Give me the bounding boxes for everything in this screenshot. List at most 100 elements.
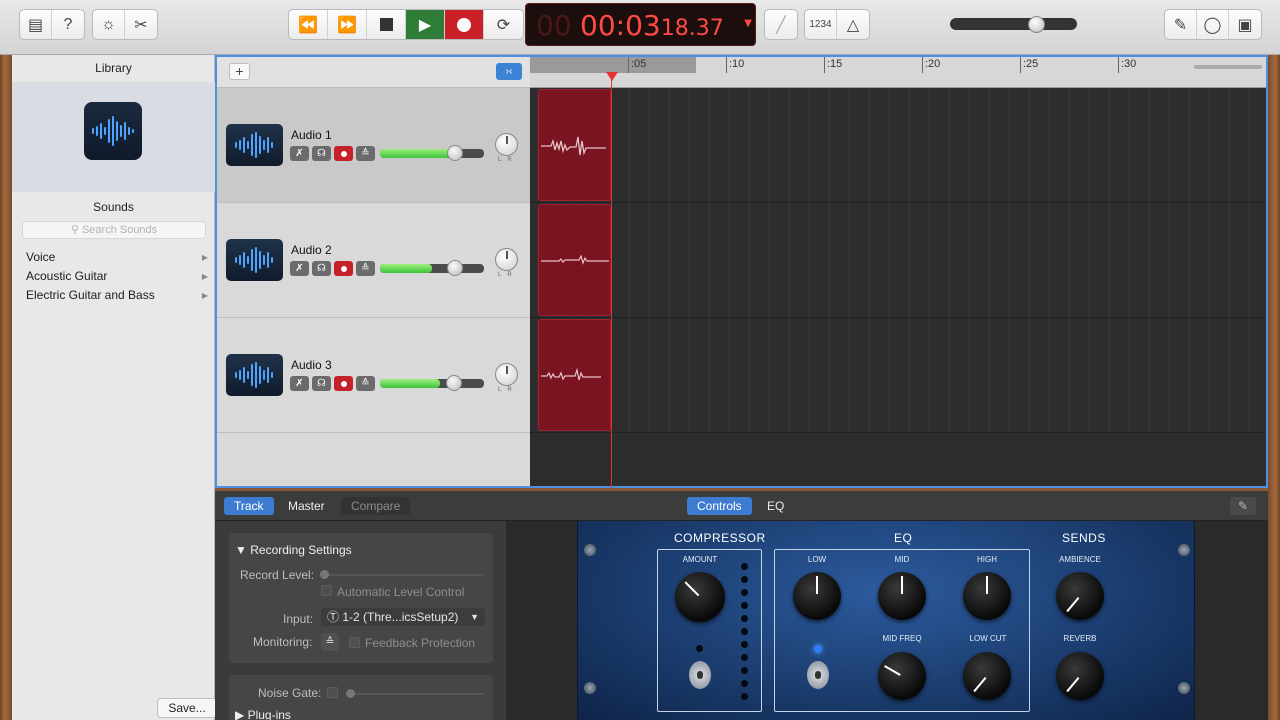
- input-monitor-icon[interactable]: ≙: [356, 261, 375, 276]
- audio-region[interactable]: [538, 89, 611, 201]
- library-icon[interactable]: ▤: [20, 10, 52, 39]
- record-enable-button[interactable]: [334, 261, 353, 276]
- input-monitor-icon[interactable]: ≙: [356, 376, 375, 391]
- waveform-icon: [226, 354, 283, 396]
- noise-gate-knob[interactable]: [346, 689, 355, 698]
- mute-icon[interactable]: ✗: [290, 261, 309, 276]
- track-header-audio-3[interactable]: Audio 3 ✗ ☊ ≙ LR: [217, 318, 530, 433]
- mute-icon[interactable]: ✗: [290, 376, 309, 391]
- master-volume-slider[interactable]: [950, 18, 1077, 30]
- rewind-icon[interactable]: ⏪: [289, 10, 328, 39]
- tab-controls[interactable]: Controls: [687, 497, 752, 515]
- headphones-icon[interactable]: ☊: [312, 146, 331, 161]
- plugins-title[interactable]: ▶ Plug-ins: [235, 708, 291, 720]
- headphones-icon[interactable]: ☊: [312, 261, 331, 276]
- count-in-button[interactable]: 1234: [805, 10, 837, 39]
- pan-knob[interactable]: [495, 248, 518, 271]
- record-level-knob[interactable]: [320, 570, 329, 579]
- ambience-knob[interactable]: [1056, 572, 1104, 620]
- waveform-icon: [541, 136, 606, 156]
- auto-level-checkbox[interactable]: [321, 585, 332, 596]
- zoom-slider[interactable]: [1194, 65, 1262, 69]
- track-volume-slider[interactable]: [380, 260, 484, 276]
- low-label: LOW: [807, 555, 827, 564]
- audio-region[interactable]: [538, 319, 611, 431]
- track-header-audio-1[interactable]: Audio 1 ✗ ☊ ≙ LR: [217, 88, 530, 203]
- tuner-icon[interactable]: ╱: [765, 10, 797, 39]
- master-volume-knob[interactable]: [1028, 16, 1045, 33]
- media-browser-icon[interactable]: ▣: [1229, 10, 1261, 39]
- eq-mid-knob[interactable]: [878, 572, 926, 620]
- monitoring-icon[interactable]: ≙: [321, 633, 339, 651]
- chevron-down-icon[interactable]: ▼: [744, 18, 752, 29]
- eq-low-cut-knob[interactable]: [963, 652, 1011, 700]
- high-label: HIGH: [977, 555, 997, 564]
- track-lane[interactable]: [530, 318, 1266, 433]
- noise-gate-slider[interactable]: [347, 693, 483, 695]
- headphones-icon[interactable]: ☊: [312, 376, 331, 391]
- toolbar: ▤ ? ☼ ✂ ⏪ ⏩ ▶ ⟳ 00 00:0318.37 ▼ ╱ 1234 △…: [0, 0, 1280, 55]
- track-lane[interactable]: [530, 203, 1266, 318]
- track-volume-slider[interactable]: [380, 375, 484, 391]
- volume-knob[interactable]: [447, 145, 463, 161]
- playhead-line[interactable]: [611, 74, 612, 488]
- fast-forward-icon[interactable]: ⏩: [328, 10, 367, 39]
- feedback-protection-checkbox[interactable]: [349, 637, 360, 648]
- reverb-knob[interactable]: [1056, 652, 1104, 700]
- track-volume-slider[interactable]: [380, 145, 484, 161]
- compare-button[interactable]: Compare: [341, 497, 411, 515]
- record-button[interactable]: [445, 10, 484, 39]
- noise-gate-checkbox[interactable]: [327, 687, 338, 698]
- input-select[interactable]: Ⓣ 1-2 (Thre...icsSetup2) ▼: [321, 608, 485, 626]
- eq-mid-freq-knob[interactable]: [878, 652, 926, 700]
- record-enable-button[interactable]: [334, 146, 353, 161]
- timeline[interactable]: :05 :10 :15 :20 :25 :30: [530, 57, 1266, 488]
- play-button[interactable]: ▶: [406, 10, 445, 39]
- stop-button[interactable]: [367, 10, 406, 39]
- wood-edge-left: [0, 55, 12, 720]
- record-enable-button[interactable]: [334, 376, 353, 391]
- metronome-icon[interactable]: △: [837, 10, 869, 39]
- help-icon[interactable]: ?: [52, 10, 84, 39]
- list-item-acoustic-guitar[interactable]: Acoustic Guitar ▶: [12, 267, 215, 286]
- recording-settings-title[interactable]: ▼ Recording Settings: [235, 543, 352, 557]
- volume-knob[interactable]: [446, 375, 462, 391]
- level-meter: [380, 379, 440, 388]
- loop-browser-icon[interactable]: ◯: [1197, 10, 1229, 39]
- tab-master[interactable]: Master: [278, 497, 335, 515]
- notepad-icon[interactable]: ✎: [1165, 10, 1197, 39]
- cycle-icon[interactable]: ⟳: [484, 10, 523, 39]
- eq-low-knob[interactable]: [793, 572, 841, 620]
- input-monitor-icon[interactable]: ≙: [356, 146, 375, 161]
- compressor-toggle-switch[interactable]: [689, 661, 711, 689]
- lcd-display[interactable]: 00 00:0318.37 ▼: [525, 3, 756, 46]
- eq-high-knob[interactable]: [963, 572, 1011, 620]
- scissors-icon[interactable]: ✂: [125, 10, 157, 39]
- save-button[interactable]: Save...: [157, 698, 217, 718]
- list-item-voice[interactable]: Voice ▶: [12, 248, 215, 267]
- track-lane[interactable]: [530, 88, 1266, 203]
- track-header-audio-2[interactable]: Audio 2 ✗ ☊ ≙ LR: [217, 203, 530, 318]
- playhead-marker[interactable]: [606, 72, 618, 81]
- search-sounds-input[interactable]: ⚲ Search Sounds: [22, 221, 206, 239]
- mute-icon[interactable]: ✗: [290, 146, 309, 161]
- add-track-button[interactable]: +: [229, 63, 250, 80]
- pan-knob[interactable]: [495, 363, 518, 386]
- volume-knob[interactable]: [447, 260, 463, 276]
- reverb-label: REVERB: [1063, 634, 1097, 643]
- audio-region[interactable]: [538, 204, 611, 316]
- smart-controls-filter-icon[interactable]: ›‹: [496, 63, 522, 80]
- tab-track[interactable]: Track: [224, 497, 274, 515]
- mid-freq-label: MID FREQ: [882, 634, 922, 643]
- list-item-electric-guitar-bass[interactable]: Electric Guitar and Bass ▶: [12, 286, 215, 305]
- record-level-slider[interactable]: [321, 574, 483, 576]
- eq-toggle-switch[interactable]: [807, 661, 829, 689]
- compressor-amount-knob[interactable]: [675, 572, 725, 622]
- view-buttons: ▤ ?: [19, 9, 85, 40]
- pan-knob[interactable]: [495, 133, 518, 156]
- tab-eq[interactable]: EQ: [757, 497, 794, 515]
- pencil-icon[interactable]: ✎: [1230, 497, 1256, 515]
- ruler[interactable]: :05 :10 :15 :20 :25 :30: [530, 57, 1266, 88]
- smart-controls-icon[interactable]: ☼: [93, 10, 125, 39]
- ruler-tick: :30: [1118, 57, 1136, 73]
